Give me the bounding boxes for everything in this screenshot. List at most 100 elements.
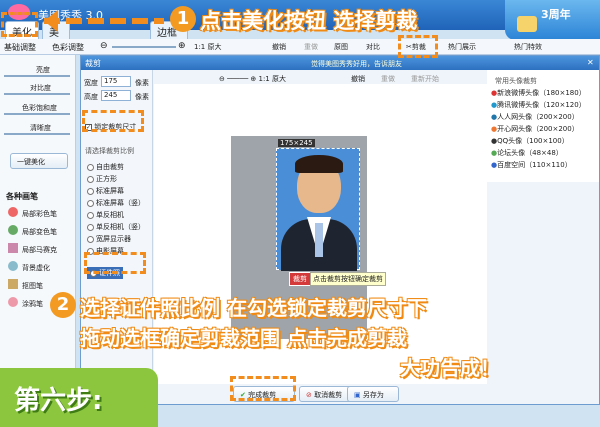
preset-sina-label: 新浪微博头像（180×180） <box>497 89 586 97</box>
cancel-crop-label: 取消裁剪 <box>314 391 343 399</box>
preset-tencent[interactable]: ●腾讯微博头像（120×120） <box>491 100 586 110</box>
cancel-icon: ⊘ <box>306 391 312 399</box>
tab-hot-show[interactable]: 热门展示 <box>448 42 476 52</box>
dialog-close-icon[interactable]: ✕ <box>587 58 594 67</box>
radio-icon <box>87 211 94 219</box>
dialog-banner: 觉得美图秀秀好用，告诉朋友 <box>311 60 402 68</box>
preset-kaixin[interactable]: ●开心网头像（200×200） <box>491 124 579 134</box>
brightness-slider[interactable] <box>4 75 70 77</box>
preset-renren[interactable]: ●人人网头像（200×200） <box>491 112 579 122</box>
step1-number: 1 <box>170 6 196 32</box>
subtab-color[interactable]: 色彩调整 <box>52 42 84 53</box>
step2-line3: 大功告成！ <box>400 356 500 380</box>
original-button[interactable]: 原图 <box>334 42 348 52</box>
ratio-dslr-label: 单反相机 <box>96 211 124 219</box>
slider-sharpness-label: 清晰度 <box>30 124 51 132</box>
ratio-title: 请选择裁剪比例 <box>85 147 134 155</box>
sharpness-slider[interactable] <box>4 133 70 135</box>
saturation-slider[interactable] <box>4 113 70 115</box>
width-input[interactable]: 175 <box>101 76 131 87</box>
preset-qq[interactable]: ●QQ头像（100×100） <box>491 136 569 146</box>
save-as-label: 另存为 <box>362 391 384 399</box>
radio-icon <box>87 235 94 243</box>
brush-doodle[interactable]: 涂鸦笔 <box>22 299 43 309</box>
save-as-button[interactable]: ▣ 另存为 <box>347 386 399 402</box>
preset-forum-label: 论坛头像（48×48） <box>497 149 563 157</box>
brush-cutout[interactable]: 抠图笔 <box>22 281 43 291</box>
ratio-widescreen-label: 宽屏显示器 <box>96 235 131 243</box>
radio-icon <box>87 187 94 195</box>
presets-panel: 常用头像裁剪 ●新浪微博头像（180×180） ●腾讯微博头像（120×120）… <box>487 70 599 182</box>
preset-tencent-label: 腾讯微博头像（120×120） <box>497 101 586 109</box>
redo-button[interactable]: 重做 <box>304 42 318 52</box>
crop-selection-box[interactable] <box>276 148 360 271</box>
zoom-out-icon[interactable]: ⊖ <box>100 41 108 51</box>
preset-baidu-label: 百度空间（110×110） <box>497 161 572 169</box>
contrast-slider[interactable] <box>4 93 70 95</box>
radio-icon <box>87 199 94 207</box>
highlight-id-photo <box>84 252 146 274</box>
cutout-icon <box>8 279 18 289</box>
ratio-free[interactable]: 自由裁剪 <box>87 162 124 172</box>
arrow-step1-left <box>44 18 164 24</box>
one-click-beautify-button[interactable]: 一键美化 <box>10 153 68 169</box>
mosaic-icon <box>8 243 18 253</box>
zoom-slider[interactable] <box>112 46 176 48</box>
height-input[interactable]: 245 <box>101 90 131 101</box>
ratio-screen[interactable]: 标准屏幕 <box>87 186 124 196</box>
compare-button[interactable]: 对比 <box>366 42 380 52</box>
ratio-free-label: 自由裁剪 <box>96 163 124 171</box>
preset-kaixin-label: 开心网头像（200×200） <box>497 125 579 133</box>
blur-icon <box>8 261 18 271</box>
height-label: 高度 <box>84 93 98 101</box>
preset-sina[interactable]: ●新浪微博头像（180×180） <box>491 88 586 98</box>
step2-line1: 选择证件照比例 在勾选锁定裁剪尺寸下 <box>80 296 427 320</box>
crop-tooltip: 点击裁剪按钮确定裁剪 <box>310 272 386 286</box>
width-unit: 像素 <box>135 79 149 87</box>
arrow-head-icon <box>44 10 58 32</box>
ratio-square-label: 正方形 <box>96 175 117 183</box>
highlight-done-button <box>230 376 296 401</box>
ratio-widescreen[interactable]: 宽屏显示器 <box>87 234 131 244</box>
radio-icon <box>87 175 94 183</box>
dialog-undo[interactable]: 撤销 <box>351 74 365 84</box>
preset-forum[interactable]: ●论坛头像（48×48） <box>491 148 563 158</box>
zoom-label[interactable]: 1:1 原大 <box>194 42 222 52</box>
crop-size-badge: 175×245 <box>278 139 315 147</box>
subtab-basic[interactable]: 基础调整 <box>4 42 36 53</box>
toolbar: 基础调整 色彩调整 ⊖ ⊕ 1:1 原大 撤销 重做 原图 对比 ✂剪裁 热门展… <box>0 39 600 55</box>
preset-qq-label: QQ头像（100×100） <box>497 137 569 145</box>
ratio-screen-vertical[interactable]: 标准屏幕（竖） <box>87 198 145 208</box>
dialog-restart[interactable]: 重新开始 <box>411 74 439 84</box>
step2-number: 2 <box>50 292 76 318</box>
preset-baidu[interactable]: ●百度空间（110×110） <box>491 160 572 170</box>
ratio-dslr-vertical-label: 单反相机（竖） <box>96 223 145 231</box>
highlight-lock-checkbox <box>82 110 144 132</box>
color-brush-icon <box>8 207 18 217</box>
undo-button[interactable]: 撤销 <box>272 42 286 52</box>
dialog-redo[interactable]: 重做 <box>381 74 395 84</box>
save-icon: ▣ <box>354 391 361 399</box>
brush-color[interactable]: 局部彩色笔 <box>22 209 57 219</box>
tab-hot-effects[interactable]: 热门特效 <box>514 42 542 52</box>
brush-mosaic[interactable]: 局部马赛克 <box>22 245 57 255</box>
ratio-screen-label: 标准屏幕 <box>96 187 124 195</box>
ratio-dslr[interactable]: 单反相机 <box>87 210 124 220</box>
ratio-square[interactable]: 正方形 <box>87 174 117 184</box>
ratio-dslr-vertical[interactable]: 单反相机（竖） <box>87 222 145 232</box>
radio-icon <box>87 223 94 231</box>
brush-blur[interactable]: 背景虚化 <box>22 263 50 273</box>
recolor-brush-icon <box>8 225 18 235</box>
highlight-beautify-tab <box>1 12 38 37</box>
brush-recolor[interactable]: 局部变色笔 <box>22 227 57 237</box>
dialog-zoom-control[interactable]: ⊖ ───── ⊕ 1:1 原大 <box>219 74 286 84</box>
ratio-screen-vertical-label: 标准屏幕（竖） <box>96 199 145 207</box>
anniversary-text: 3周年 <box>541 8 571 21</box>
step-banner: 第六步: <box>0 368 158 427</box>
highlight-crop-button <box>398 35 438 58</box>
radio-icon <box>87 163 94 171</box>
step1-instruction: 点击美化按钮 选择剪裁 <box>200 9 418 33</box>
slider-saturation-label: 色彩饱和度 <box>22 104 57 112</box>
crop-confirm-button[interactable]: 裁剪 <box>289 272 311 286</box>
zoom-in-icon[interactable]: ⊕ <box>178 41 186 51</box>
